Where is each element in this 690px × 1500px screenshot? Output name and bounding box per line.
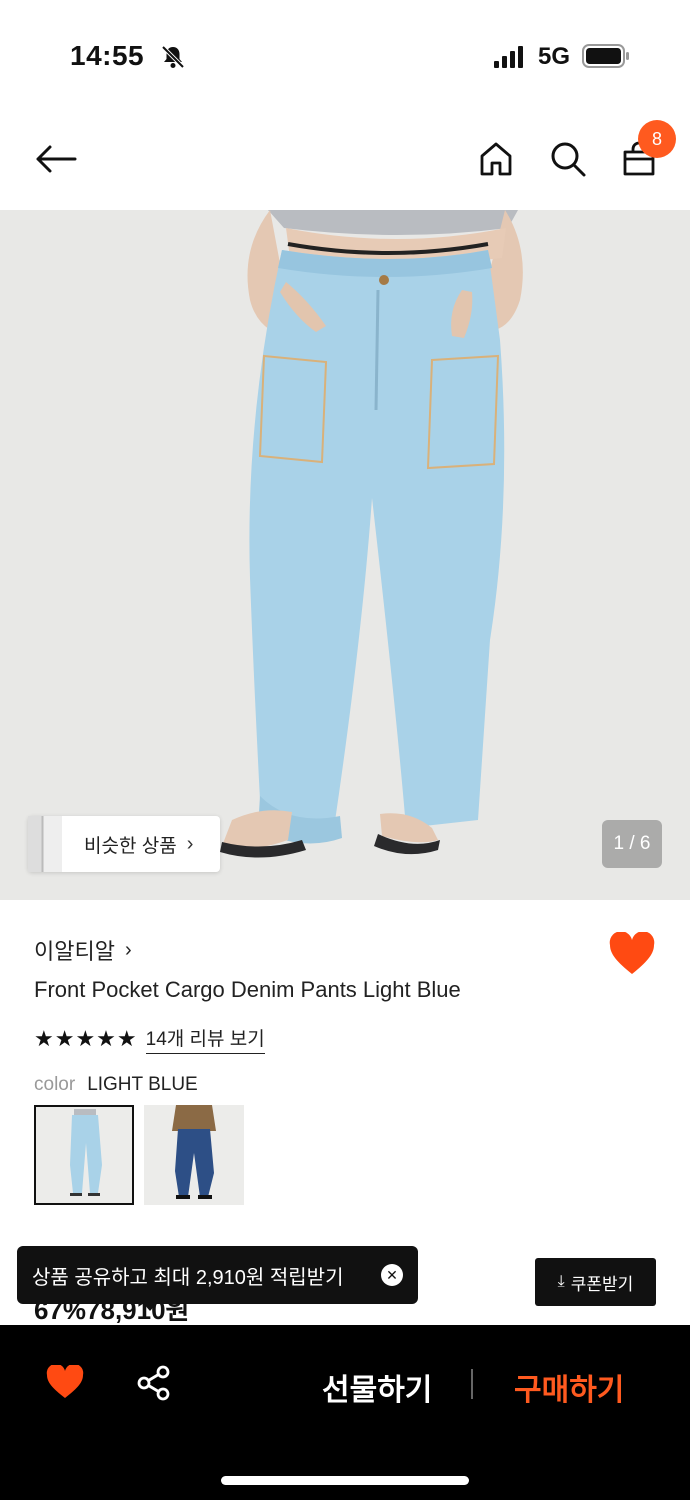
product-hero-image[interactable] (0, 210, 690, 900)
dark-blue-swatch[interactable] (144, 1105, 244, 1205)
share-reward-label: 상품 공유하고 최대 2,910원 적립받기 (32, 1266, 344, 1289)
back-arrow-icon (36, 145, 77, 173)
chevron-right-icon: › (186, 832, 194, 855)
close-icon[interactable]: ✕ (381, 1264, 403, 1286)
color-row: color LIGHT BLUE (34, 1074, 198, 1096)
jeans-photo (0, 210, 690, 900)
home-icon (480, 142, 512, 176)
search-button[interactable] (543, 134, 593, 184)
status-bar: 14:55 5G (0, 0, 690, 110)
signal-icon (494, 46, 523, 68)
bottom-action-bar: 선물하기 구매하기 (0, 1325, 690, 1500)
coupon-label: 쿠폰받기 (570, 1274, 634, 1294)
product-name: Front Pocket Cargo Denim Pants Light Blu… (34, 977, 461, 1002)
wishlist-heart-icon[interactable] (609, 932, 655, 976)
battery-icon (582, 44, 629, 68)
image-page-indicator: 1 / 6 (602, 820, 662, 868)
gift-button[interactable]: 선물하기 (322, 1365, 432, 1409)
share-reward-toast[interactable]: 상품 공유하고 최대 2,910원 적립받기 ✕ (17, 1246, 418, 1304)
similar-thumbnail (28, 816, 62, 872)
bell-slash-icon (161, 45, 185, 69)
home-indicator (221, 1476, 469, 1485)
light-blue-jeans-thumb (70, 1109, 102, 1196)
share-icon[interactable] (136, 1365, 172, 1401)
color-label: color (34, 1074, 76, 1095)
toast-pointer (142, 1302, 158, 1311)
similar-products-button[interactable]: 비슷한 상품 › (28, 816, 220, 872)
chevron-right-icon: › (124, 938, 132, 961)
buy-button[interactable]: 구매하기 (514, 1365, 624, 1409)
back-button[interactable] (30, 134, 80, 184)
light-blue-swatch[interactable] (34, 1105, 134, 1205)
color-value: LIGHT BLUE (87, 1074, 198, 1095)
status-time: 14:55 (70, 40, 145, 71)
star-rating: ★★★★★ (34, 1026, 138, 1051)
download-icon: ⤓ (557, 1273, 565, 1290)
heart-icon[interactable] (46, 1365, 84, 1399)
divider (471, 1369, 473, 1399)
network-label: 5G (538, 43, 571, 70)
search-icon (551, 142, 586, 177)
brand-link[interactable]: 이알티알 › (34, 934, 132, 966)
rating-row: ★★★★★ 14개 리뷰 보기 (34, 1024, 265, 1054)
top-nav (0, 110, 690, 210)
brand-name: 이알티알 (34, 939, 115, 964)
dark-blue-jeans-thumb (172, 1105, 216, 1199)
review-link[interactable]: 14개 리뷰 보기 (145, 1024, 265, 1054)
similar-products-label: 비슷한 상품 (84, 835, 177, 857)
coupon-download-button[interactable]: ⤓ 쿠폰받기 (535, 1258, 656, 1306)
home-button[interactable] (471, 134, 521, 184)
cart-count-badge: 8 (638, 120, 676, 158)
